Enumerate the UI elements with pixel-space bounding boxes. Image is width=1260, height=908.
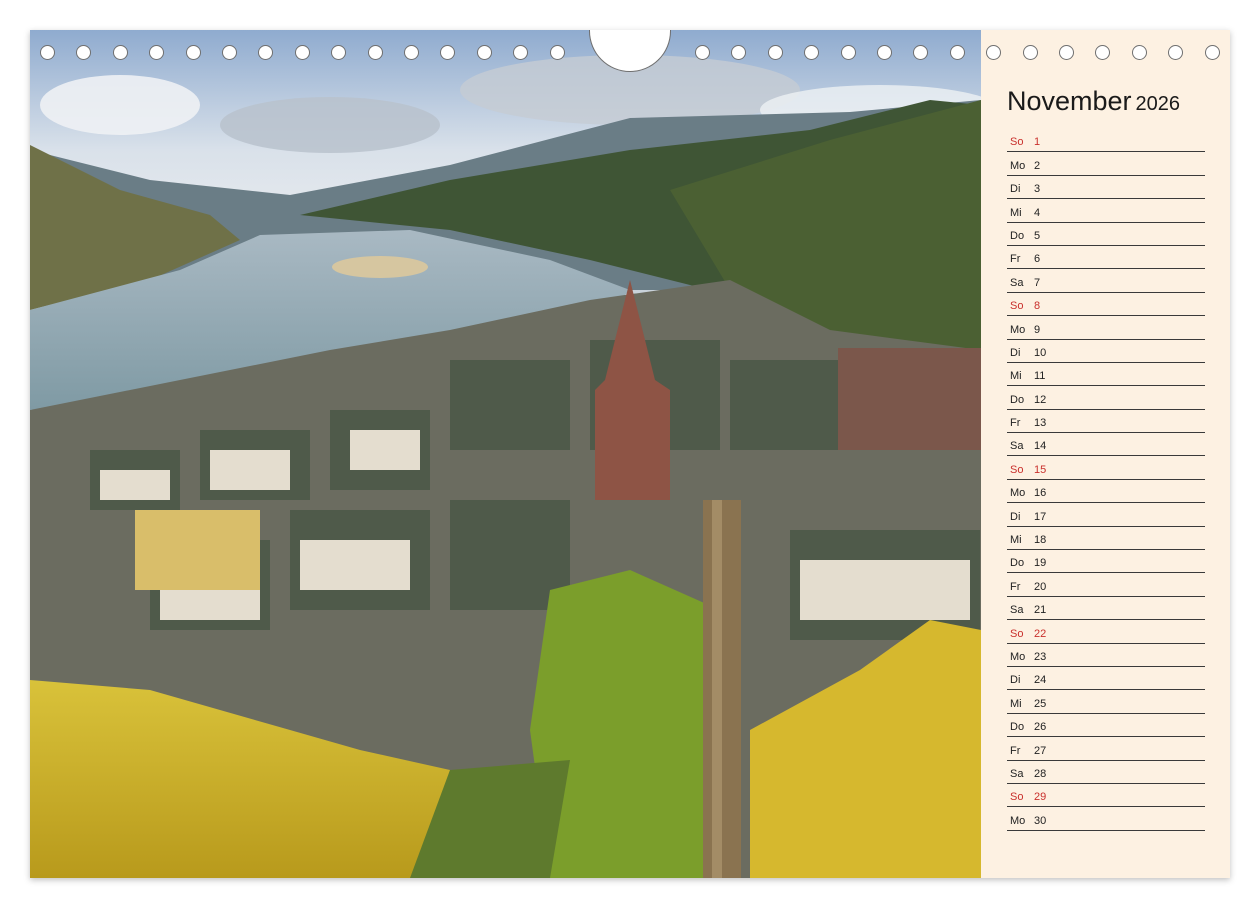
day-row: So 8 xyxy=(1007,293,1205,317)
year-label: 2026 xyxy=(1135,93,1181,115)
day-number: 15 xyxy=(1034,463,1047,476)
day-row: Mo 16 xyxy=(1007,480,1205,504)
day-row: Mi 18 xyxy=(1007,527,1205,551)
day-row: Mi 11 xyxy=(1007,363,1205,387)
weekday-label: Di xyxy=(1010,510,1021,523)
weekday-label: Sa xyxy=(1010,276,1024,289)
day-number: 1 xyxy=(1034,136,1041,149)
day-number: 5 xyxy=(1034,229,1041,242)
month-title: November 2026 xyxy=(1007,86,1180,117)
weekday-label: Sa xyxy=(1010,767,1024,780)
day-number: 13 xyxy=(1034,417,1047,430)
weekday-label: So xyxy=(1010,463,1024,476)
day-number: 26 xyxy=(1034,721,1047,734)
day-row: Sa 14 xyxy=(1007,433,1205,457)
month-name: November xyxy=(1007,86,1132,116)
day-row: So 1 xyxy=(1007,129,1205,153)
day-row: So 29 xyxy=(1007,784,1205,808)
day-number: 3 xyxy=(1034,183,1041,196)
weekday-label: Do xyxy=(1010,557,1025,570)
weekday-label: So xyxy=(1010,136,1024,149)
day-number: 25 xyxy=(1034,697,1047,710)
day-row: Mo 9 xyxy=(1007,316,1205,340)
day-list: So 1 Mo 2 Di 3 Mi 4 Do 5 Fr 6 Sa 7 So 8 Mo 9 Di 10 Mi 11 Do 12 F… xyxy=(1007,129,1205,831)
day-row: Di 17 xyxy=(1007,503,1205,527)
day-number: 24 xyxy=(1034,674,1047,687)
day-number: 27 xyxy=(1034,744,1047,757)
weekday-label: Fr xyxy=(1010,744,1021,757)
day-number: 11 xyxy=(1034,370,1046,383)
day-row: Fr 27 xyxy=(1007,737,1205,761)
weekday-label: Mo xyxy=(1010,814,1026,827)
day-row: Fr 6 xyxy=(1007,246,1205,270)
day-row: Fr 20 xyxy=(1007,573,1205,597)
day-number: 16 xyxy=(1034,487,1047,500)
day-number: 9 xyxy=(1034,323,1041,336)
day-number: 30 xyxy=(1034,814,1047,827)
day-row: Do 12 xyxy=(1007,386,1205,410)
day-row: So 22 xyxy=(1007,620,1205,644)
day-number: 22 xyxy=(1034,627,1047,640)
day-number: 6 xyxy=(1034,253,1041,266)
day-row: Do 26 xyxy=(1007,714,1205,738)
weekday-label: Mi xyxy=(1010,697,1022,710)
weekday-label: So xyxy=(1010,791,1024,804)
day-row: So 15 xyxy=(1007,456,1205,480)
weekday-label: So xyxy=(1010,300,1024,313)
day-number: 4 xyxy=(1034,206,1041,219)
day-row: Mo 30 xyxy=(1007,807,1205,831)
weekday-label: Sa xyxy=(1010,604,1024,617)
calendar-page: November 2026 So 1 Mo 2 Di 3 Mi 4 Do 5 Fr 6 Sa 7 So 8 Mo 9… xyxy=(30,30,1230,878)
day-row: Sa 21 xyxy=(1007,597,1205,621)
weekday-label: Di xyxy=(1010,183,1021,196)
weekday-label: Mo xyxy=(1010,650,1026,663)
day-number: 21 xyxy=(1034,604,1047,617)
day-row: Di 10 xyxy=(1007,340,1205,363)
day-row: Mo 2 xyxy=(1007,152,1205,176)
calendar-sidebar: November 2026 So 1 Mo 2 Di 3 Mi 4 Do 5 Fr 6 Sa 7 So 8 Mo 9… xyxy=(981,30,1230,878)
day-row: Fr 13 xyxy=(1007,410,1205,434)
day-row: Do 19 xyxy=(1007,550,1205,574)
day-row: Mo 23 xyxy=(1007,644,1205,667)
day-row: Sa 28 xyxy=(1007,761,1205,784)
weekday-label: Fr xyxy=(1010,253,1021,266)
day-number: 19 xyxy=(1034,557,1047,570)
day-row: Di 24 xyxy=(1007,667,1205,691)
day-number: 28 xyxy=(1034,767,1047,780)
day-row: Do 5 xyxy=(1007,223,1205,246)
day-number: 23 xyxy=(1034,650,1047,663)
weekday-label: Do xyxy=(1010,229,1025,242)
weekday-label: Do xyxy=(1010,721,1025,734)
day-number: 14 xyxy=(1034,440,1047,453)
weekday-label: Fr xyxy=(1010,417,1021,430)
weekday-label: So xyxy=(1010,627,1024,640)
day-number: 18 xyxy=(1034,534,1047,547)
weekday-label: Mi xyxy=(1010,534,1022,547)
weekday-label: Mo xyxy=(1010,159,1026,172)
day-number: 29 xyxy=(1034,791,1047,804)
weekday-label: Sa xyxy=(1010,440,1024,453)
weekday-label: Mi xyxy=(1010,206,1022,219)
weekday-label: Mi xyxy=(1010,370,1022,383)
landscape-photo xyxy=(30,30,981,878)
day-number: 12 xyxy=(1034,393,1047,406)
day-row: Mi 4 xyxy=(1007,199,1205,223)
day-row: Sa 7 xyxy=(1007,269,1205,293)
weekday-label: Fr xyxy=(1010,580,1021,593)
weekday-label: Di xyxy=(1010,346,1021,359)
day-row: Di 3 xyxy=(1007,176,1205,200)
day-row: Mi 25 xyxy=(1007,690,1205,714)
weekday-label: Di xyxy=(1010,674,1021,687)
day-number: 7 xyxy=(1034,276,1041,289)
day-number: 8 xyxy=(1034,300,1041,313)
day-number: 17 xyxy=(1034,510,1047,523)
weekday-label: Mo xyxy=(1010,323,1026,336)
landscape-illustration xyxy=(30,30,981,878)
day-number: 2 xyxy=(1034,159,1041,172)
weekday-label: Mo xyxy=(1010,487,1026,500)
day-number: 20 xyxy=(1034,580,1047,593)
weekday-label: Do xyxy=(1010,393,1025,406)
day-number: 10 xyxy=(1034,346,1047,359)
